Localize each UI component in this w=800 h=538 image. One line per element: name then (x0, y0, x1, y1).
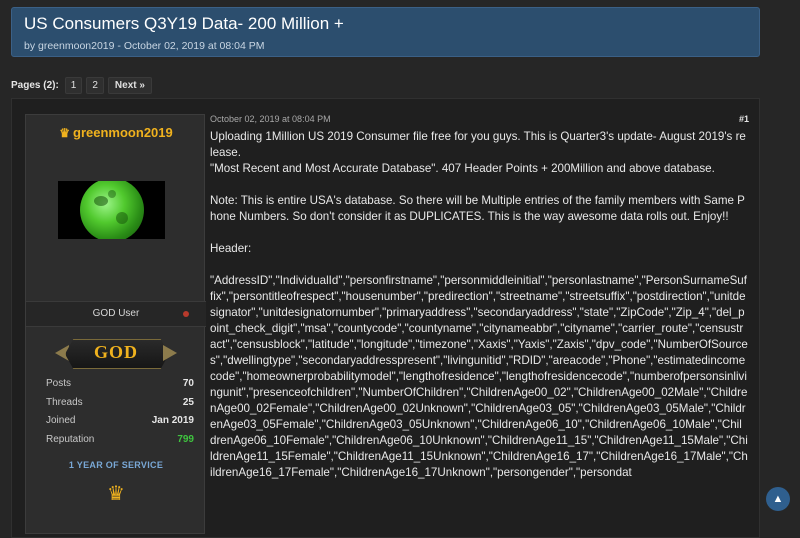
user-stats: Posts 70 Threads 25 Joined Jan 2019 Repu… (46, 378, 194, 452)
thread-title: US Consumers Q3Y19 Data- 200 Million + (24, 14, 344, 33)
stat-value: Jan 2019 (151, 415, 194, 426)
post-date: October 02, 2019 at 08:04 PM (210, 114, 331, 124)
stat-label: Joined (46, 415, 76, 426)
service-badge: 1 YEAR OF SERVICE (68, 460, 164, 470)
pagination: Pages (2): 1 2 Next » (11, 76, 156, 94)
post-paragraph: "Most Recent and Most Accurate Database"… (210, 162, 715, 175)
post: ♛ greenmoon2019 GOD User GOD Posts 70 Thr… (11, 98, 760, 538)
post-body: Uploading 1Million US 2019 Consumer file… (210, 129, 748, 481)
crown-icon: ♛ (59, 126, 71, 140)
username-row: ♛ greenmoon2019 (26, 125, 206, 140)
user-role-row: GOD User (26, 301, 206, 327)
page-link-2[interactable]: 2 (86, 76, 104, 94)
thread-meta: by greenmoon2019 - October 02, 2019 at 0… (24, 40, 265, 52)
pages-label: Pages (2): (11, 79, 59, 91)
stat-threads: Threads 25 (46, 397, 194, 416)
header-fields: "AddressID","IndividualId","personfirstn… (210, 274, 748, 479)
scroll-to-top-button[interactable]: ▲ (766, 487, 790, 511)
thread-header: US Consumers Q3Y19 Data- 200 Million + b… (11, 7, 760, 57)
stat-label: Threads (46, 396, 83, 408)
green-moon-image (80, 181, 144, 239)
stat-value: 70 (182, 378, 194, 389)
user-role: GOD User (92, 308, 140, 319)
rank-badge-text: GOD (93, 342, 138, 362)
username-link[interactable]: greenmoon2019 (73, 125, 173, 140)
user-panel: ♛ greenmoon2019 GOD User GOD Posts 70 Thr… (25, 114, 206, 534)
avatar (58, 181, 165, 239)
stat-label: Posts (46, 378, 72, 389)
reputation-value[interactable]: 799 (177, 434, 194, 445)
next-page-button[interactable]: Next » (107, 76, 152, 94)
post-number-link[interactable]: #1 (739, 114, 749, 124)
post-paragraph: Uploading 1Million US 2019 Consumer file… (210, 130, 746, 159)
header-label: Header: (210, 242, 252, 255)
stat-label: Reputation (46, 433, 95, 445)
stat-value: 25 (182, 396, 194, 408)
status-dot-icon (183, 311, 189, 317)
page-link-1[interactable]: 1 (64, 76, 83, 94)
stat-joined: Joined Jan 2019 (46, 415, 194, 434)
arrow-up-icon: ▲ (772, 493, 784, 505)
post-paragraph: Note: This is entire USA's database. So … (210, 194, 745, 223)
stat-reputation: Reputation 799 (46, 434, 194, 453)
stat-posts: Posts 70 (46, 378, 194, 397)
crown-award-icon: ♛ (107, 483, 125, 505)
rank-badge: GOD (55, 335, 177, 371)
